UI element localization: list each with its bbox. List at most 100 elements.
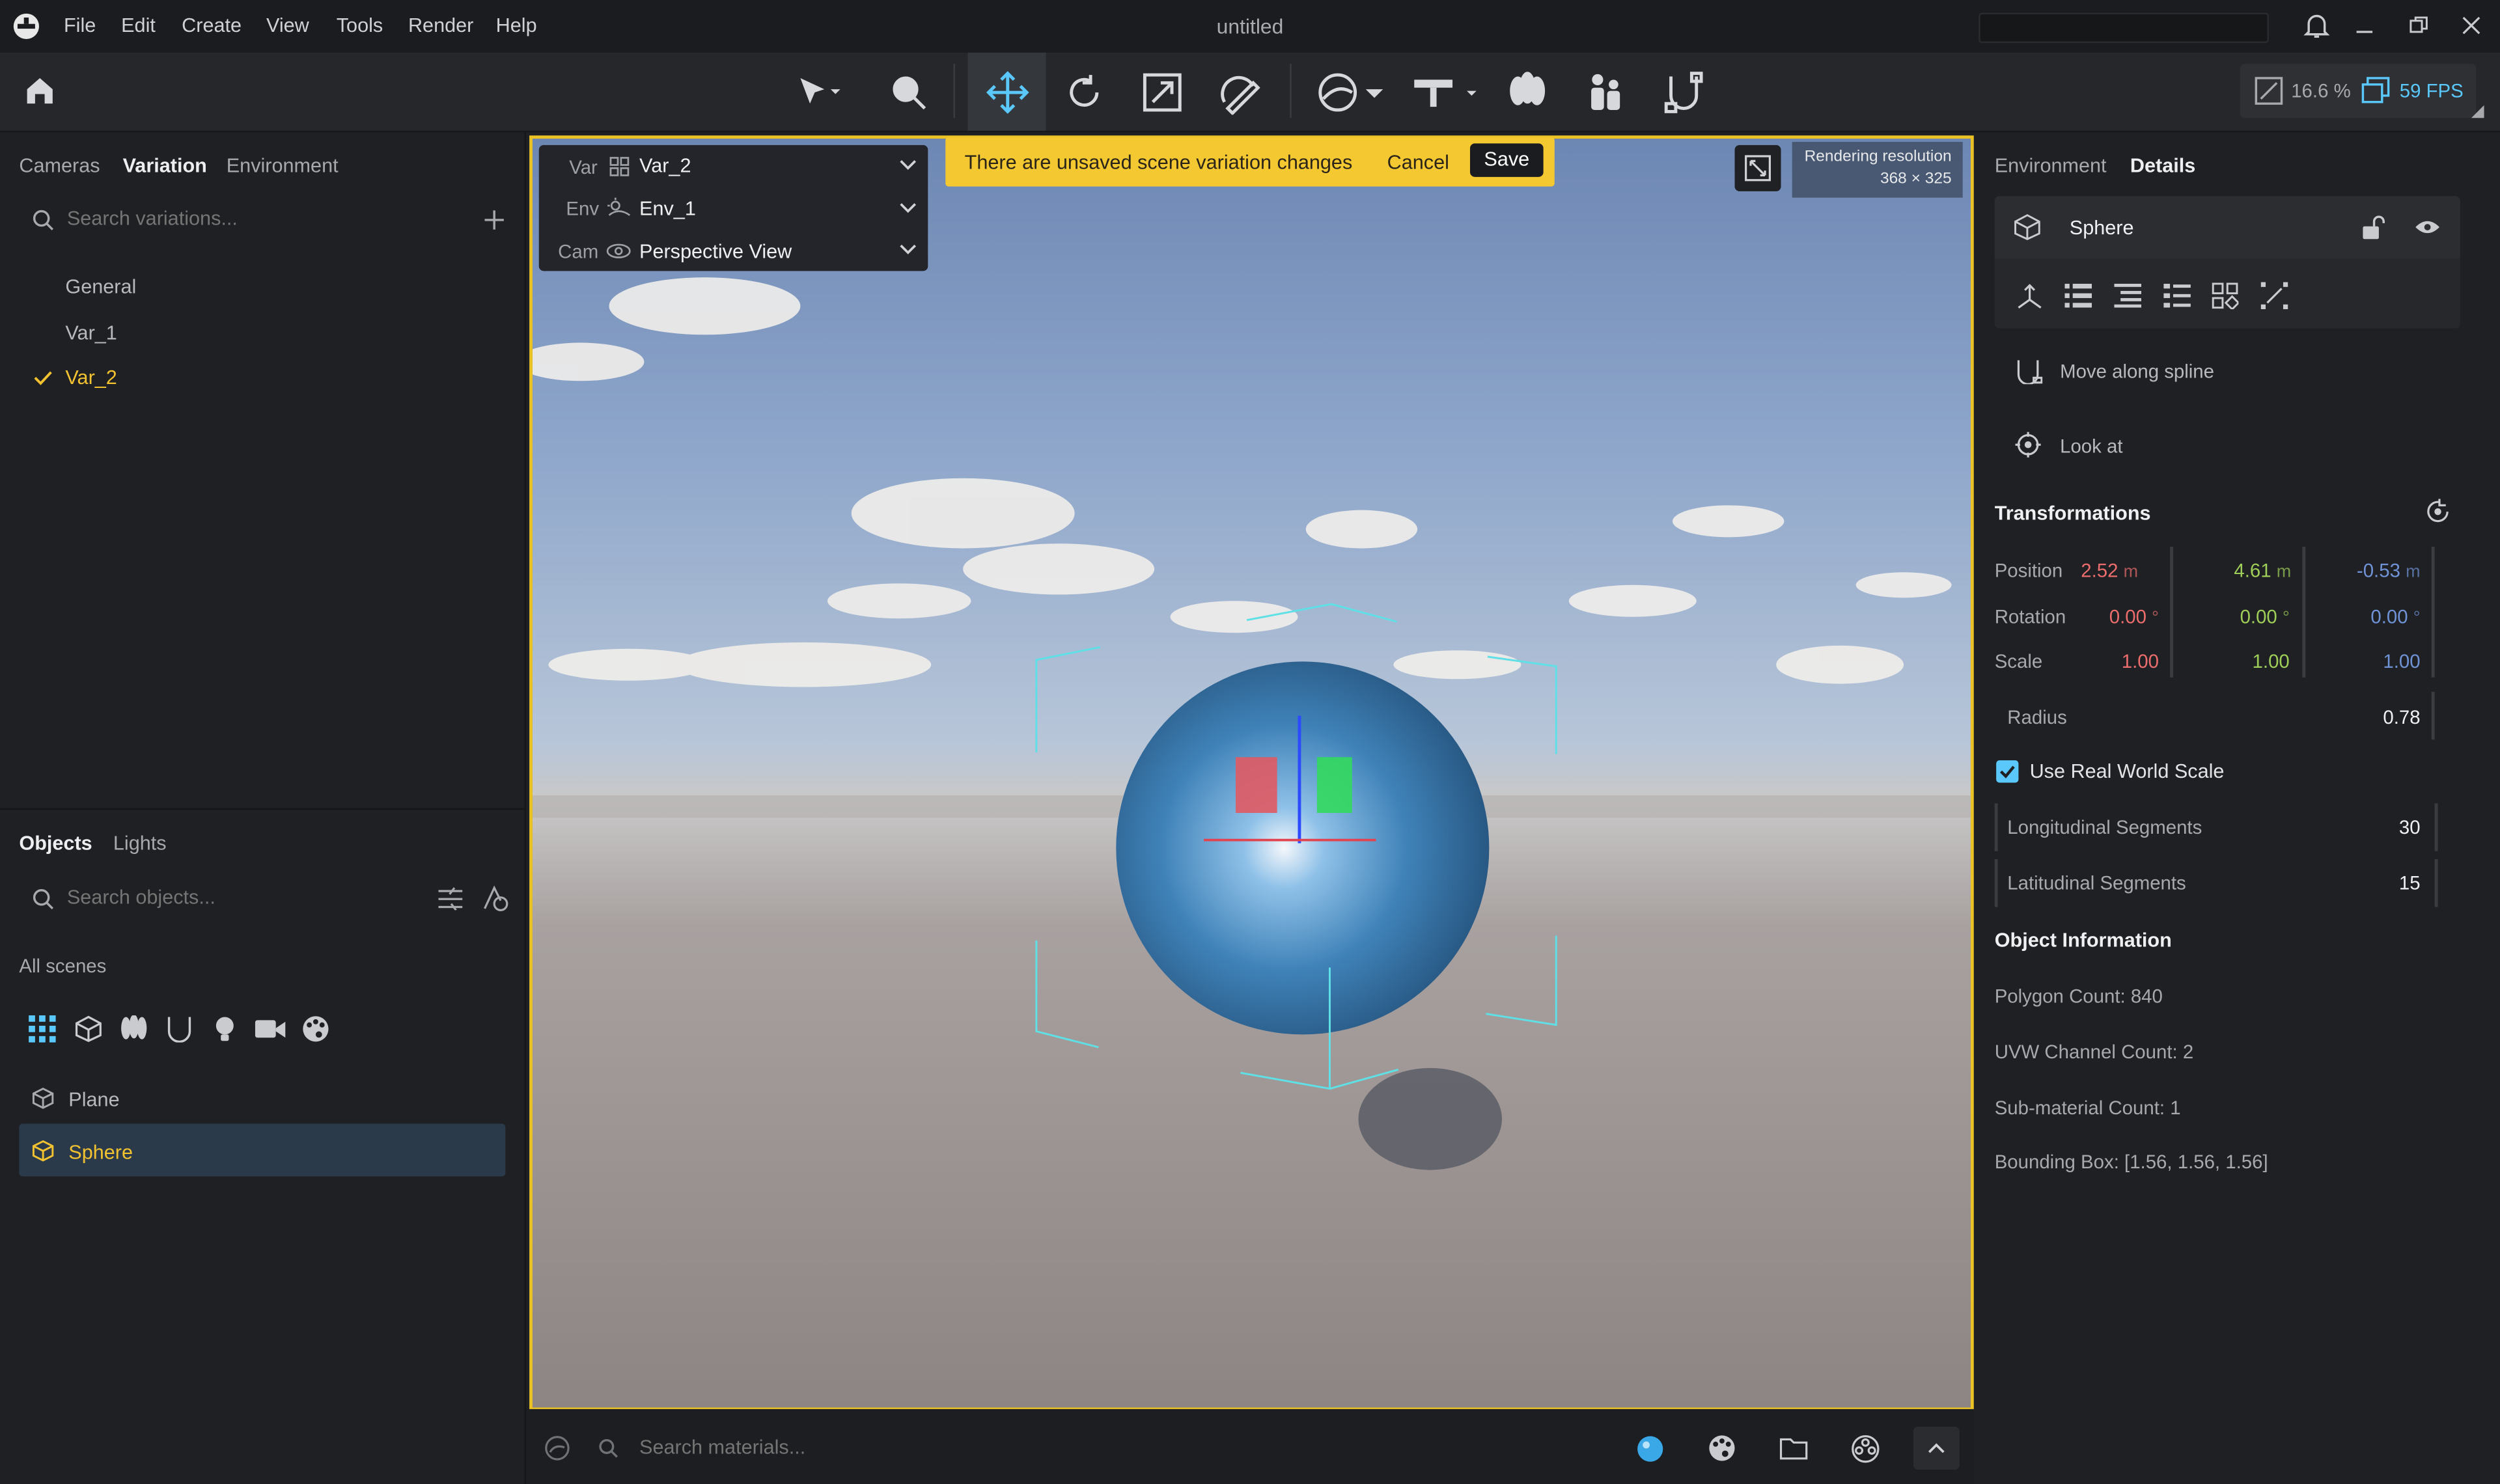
material-sphere-icon[interactable] [1636,1435,1665,1463]
tab-environment-right[interactable]: Environment [1995,155,2107,177]
position-z[interactable]: -0.53 m [2325,560,2421,582]
close-icon[interactable] [2460,14,2482,36]
components-icon[interactable] [2212,282,2239,310]
lat-segments-value[interactable]: 15 [2325,872,2421,894]
scale-label: Scale [1994,650,2043,673]
camera-icon[interactable] [255,1019,286,1039]
look-at-button[interactable]: Look at [2060,435,2122,458]
list-indent-icon[interactable] [2114,283,2142,308]
trees-icon[interactable] [1501,65,1555,119]
trees-icon[interactable] [120,1015,148,1043]
bell-icon[interactable] [2302,11,2331,40]
move-along-spline-button[interactable]: Move along spline [2060,360,2214,382]
position-y[interactable]: 4.61 m [2195,560,2291,582]
rotation-y[interactable]: 0.00 ° [2194,606,2290,628]
position-y-value[interactable]: 4.61 [2234,560,2271,582]
unlock-icon[interactable] [2361,215,2385,240]
light-tool-icon[interactable] [1410,65,1483,119]
save-button[interactable]: Save [1469,143,1544,177]
scale-x[interactable]: 1.00 [2063,650,2159,672]
scale-y[interactable]: 1.00 [2194,650,2290,672]
fullscreen-icon[interactable] [1744,155,1771,182]
title-search-field[interactable] [1979,12,2269,44]
bounds-icon[interactable] [2260,282,2288,310]
position-z-value[interactable]: -0.53 [2357,560,2400,582]
long-segments-value[interactable]: 30 [2325,816,2421,838]
env-value[interactable]: Env_1 [639,198,696,220]
real-world-scale-label[interactable]: Use Real World Scale [2030,760,2225,782]
rotation-z-unit: ° [2413,609,2421,628]
list-icon[interactable] [2064,283,2092,308]
material-search-input[interactable] [639,1431,1118,1464]
cam-value[interactable]: Perspective View [639,241,792,263]
rotation-x[interactable]: 0.00 ° [2063,606,2159,628]
measure-tool-icon[interactable] [1214,65,1268,119]
rotation-z-value[interactable]: 0.00 [2370,606,2408,628]
rotate-tool-icon[interactable] [1057,65,1111,119]
reset-transform-icon[interactable] [2425,499,2451,525]
3d-viewport[interactable] [529,135,1974,1411]
rotation-z[interactable]: 0.00 ° [2325,606,2421,628]
left-panel-divider[interactable] [524,132,527,1484]
animation-path-icon[interactable] [1657,65,1711,119]
object-search-input[interactable] [66,881,418,914]
paint-select-icon[interactable] [882,65,936,119]
texture-reel-icon[interactable] [1851,1435,1880,1463]
tab-environment[interactable]: Environment [227,155,339,177]
chevron-down-icon[interactable] [899,242,917,256]
object-name[interactable]: Sphere [2070,217,2134,239]
tab-lights[interactable]: Lights [113,832,167,854]
spline-icon[interactable] [166,1015,193,1043]
palette-icon[interactable] [1708,1435,1736,1462]
position-x[interactable]: 2.52 m [2042,560,2138,582]
object-item-plane[interactable]: Plane [68,1089,119,1111]
people-icon[interactable] [1579,65,1633,119]
minimize-icon[interactable] [2354,14,2376,36]
variation-item-var1[interactable]: Var_1 [65,322,117,344]
cancel-button[interactable]: Cancel [1387,152,1449,174]
move-tool-icon[interactable] [967,52,1046,131]
tab-variation[interactable]: Variation [123,155,207,177]
checklist-icon[interactable] [2163,283,2191,308]
tab-objects[interactable]: Objects [19,832,92,854]
variation-item-general[interactable]: General [65,276,136,298]
tab-details[interactable]: Details [2130,155,2195,177]
chevron-up-icon[interactable] [1928,1441,1945,1455]
variation-item-var2[interactable]: Var_2 [65,366,117,389]
position-x-value[interactable]: 2.52 [2081,560,2118,582]
select-tool-icon[interactable] [791,65,845,119]
left-panel-split[interactable] [0,808,525,810]
folder-icon[interactable] [1779,1436,1808,1461]
material-picker-icon[interactable] [544,1435,571,1462]
variation-search-input[interactable] [66,202,450,235]
grid-icon[interactable] [29,1015,56,1043]
palette-icon[interactable] [301,1015,330,1043]
restore-icon[interactable] [2408,14,2430,36]
chevron-down-icon[interactable] [899,201,917,215]
tab-cameras[interactable]: Cameras [19,155,100,177]
primitive-shape-icon[interactable] [1311,65,1387,119]
filter-settings-icon[interactable] [437,886,464,911]
object-item-sphere[interactable]: Sphere [68,1141,133,1163]
var-value[interactable]: Var_2 [639,155,691,177]
bulb-icon[interactable] [212,1015,238,1043]
panel-corner-handle[interactable] [2471,105,2484,118]
fps-monitor-icon[interactable] [2361,77,2390,105]
chevron-down-icon[interactable] [899,158,917,172]
radius-value[interactable]: 0.78 [2325,706,2420,728]
shapes-filter-icon[interactable] [482,885,510,912]
rotation-y-value[interactable]: 0.00 [2240,606,2277,628]
real-world-scale-checkbox[interactable] [1996,760,2019,783]
pivot-axes-icon[interactable] [2016,282,2044,310]
cube-icon[interactable] [75,1015,102,1043]
scale-z[interactable]: 1.00 [2325,650,2420,672]
rotation-x-value[interactable]: 0.00 [2109,606,2146,628]
add-variation-icon[interactable] [483,209,505,231]
cube-icon [2014,213,2041,241]
scene-render[interactable] [532,139,1971,1407]
resolution-scale-icon[interactable] [2255,77,2283,105]
scale-tool-icon[interactable] [1135,65,1189,119]
column-divider [2431,547,2435,678]
eye-icon[interactable] [2414,219,2441,236]
home-icon[interactable] [22,74,57,109]
